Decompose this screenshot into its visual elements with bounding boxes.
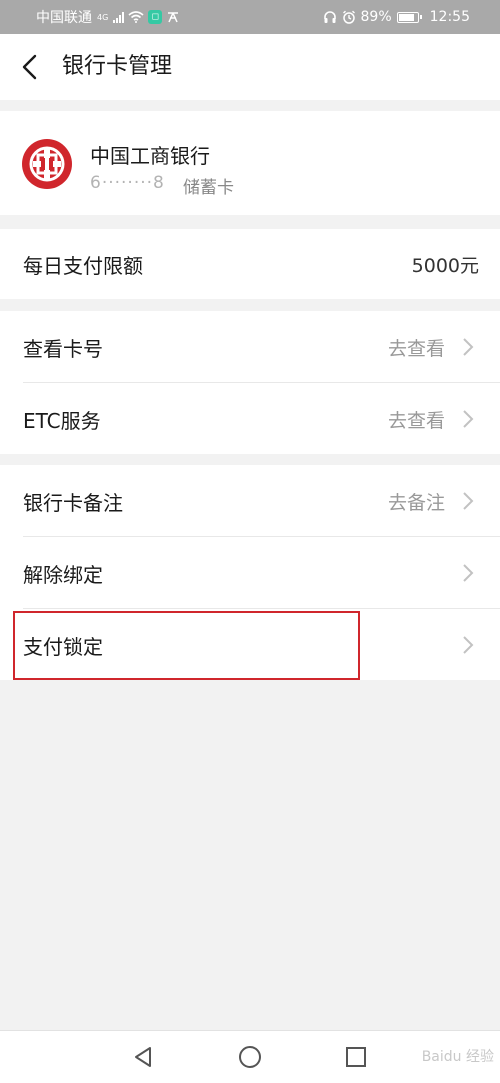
view-card-number-row[interactable]: 查看卡号 去查看 [0,311,500,383]
view-card-number-action: 去查看 [387,337,445,360]
watermark: Baidu 经验 [421,1049,494,1065]
chevron-right-icon [460,562,476,584]
nav-home-button[interactable] [237,1044,263,1070]
view-card-number-label: 查看卡号 [23,336,103,361]
card-note-row[interactable]: 银行卡备注 去备注 [0,465,500,537]
limit-section: 每日支付限额 5000元 [0,229,500,299]
payment-lock-row[interactable]: 支付锁定 [0,609,500,681]
circle-home-icon [239,1046,261,1068]
icbc-logo-icon [21,138,73,190]
card-note-label: 银行卡备注 [23,490,123,515]
notification-icon [166,10,180,24]
etc-service-row[interactable]: ETC服务 去查看 [0,383,500,455]
back-button[interactable] [14,52,44,82]
app-notification-icon: ◻ [148,10,163,24]
wifi-icon [128,11,144,23]
unbind-card-row[interactable]: 解除绑定 [0,537,500,609]
payment-limit-label: 每日支付限额 [23,253,143,278]
chevron-right-icon [460,490,476,512]
signal-icon [113,11,125,23]
alarm-icon [342,10,356,24]
battery-icon [396,11,422,23]
triangle-back-icon [135,1047,151,1067]
bank-card-info: 中国工商银行 6········8 储蓄卡 [0,111,500,215]
card-number: 6········8 [90,173,165,193]
bank-name: 中国工商银行 [90,144,210,168]
page-title: 银行卡管理 [62,54,173,79]
payment-limit-row[interactable]: 每日支付限额 5000元 [0,228,500,300]
square-recents-icon [346,1047,366,1067]
unbind-card-label: 解除绑定 [23,562,103,587]
payment-lock-label: 支付锁定 [23,634,103,659]
chevron-right-icon [460,634,476,656]
battery-percent: 89% [360,9,392,25]
carrier-label: 中国联通 [36,10,92,26]
card-type: 储蓄卡 [183,178,234,198]
etc-service-label: ETC服务 [23,408,101,433]
headphone-icon [323,10,337,24]
network-type: 4G [97,12,109,22]
chevron-right-icon [460,336,476,358]
nav-back-button[interactable] [130,1044,156,1070]
nav-recents-button[interactable] [343,1044,369,1070]
clock: 12:55 [429,9,470,25]
chevron-right-icon [460,408,476,430]
app-header: 银行卡管理 [0,34,500,100]
card-management-group: 银行卡备注 去备注 解除绑定 支付锁定 [0,465,500,680]
card-services-group: 查看卡号 去查看 ETC服务 去查看 [0,311,500,454]
status-bar: 中国联通 4G ◻ 89% 12:55 [0,0,500,34]
payment-limit-value: 5000元 [411,254,479,277]
card-note-action: 去备注 [387,491,445,514]
chevron-left-icon [22,54,37,80]
etc-service-action: 去查看 [387,409,445,432]
